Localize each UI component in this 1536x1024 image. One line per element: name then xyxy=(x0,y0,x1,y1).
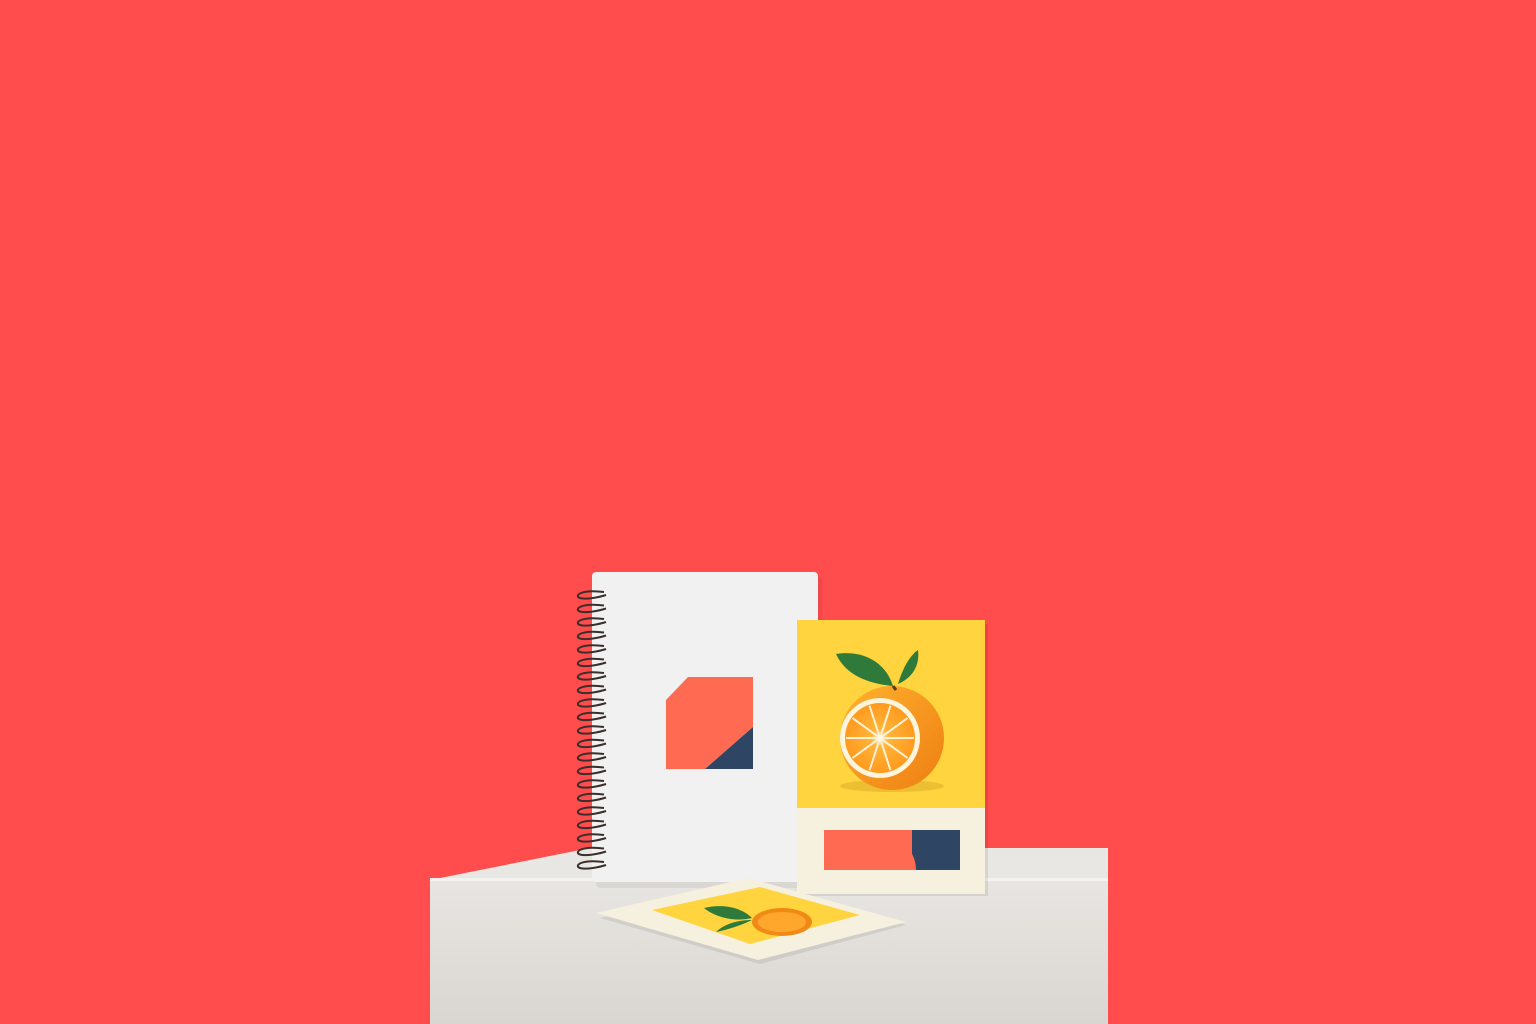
coral-navy-semicircle-logo-icon xyxy=(824,830,960,870)
product-mockup-scene xyxy=(0,0,1536,1024)
coral-navy-geometric-logo-icon xyxy=(666,677,753,769)
spiral-notebook xyxy=(576,572,822,888)
postcard-standing xyxy=(797,620,988,896)
